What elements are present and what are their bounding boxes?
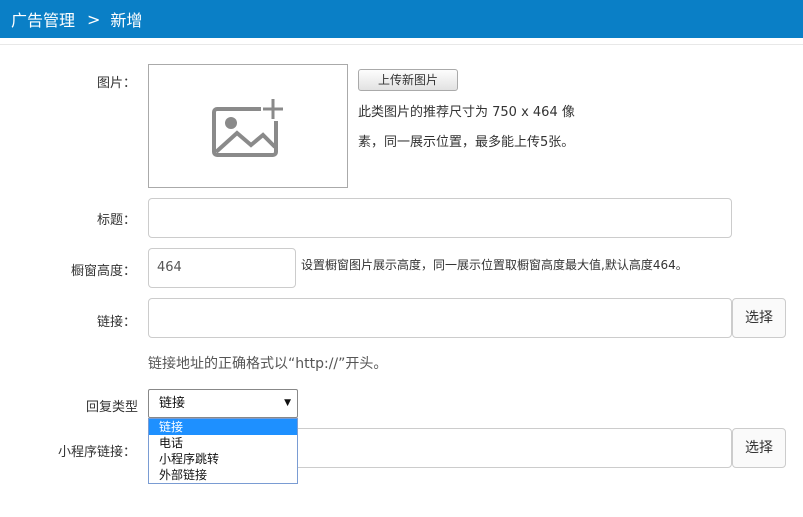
image-placeholder-icon bbox=[212, 97, 285, 157]
breadcrumb-section[interactable]: 广告管理 bbox=[11, 7, 75, 31]
height-hint: 设置橱窗图片展示高度，同一展示位置取橱窗高度最大值,默认高度464。 bbox=[301, 258, 688, 272]
page-header: 广告管理 > 新增 bbox=[0, 0, 803, 38]
miniprogram-link-select-button[interactable]: 选择 bbox=[732, 428, 786, 468]
reply-type-option-phone[interactable]: 电话 bbox=[149, 435, 297, 451]
title-input[interactable] bbox=[148, 198, 732, 238]
title-label: 标题： bbox=[96, 213, 136, 228]
reply-type-select[interactable]: 链接 ▼ bbox=[148, 389, 298, 418]
image-label: 图片： bbox=[96, 76, 136, 91]
link-select-button[interactable]: 选择 bbox=[732, 298, 786, 338]
height-input[interactable]: 464 bbox=[148, 248, 296, 288]
breadcrumb-current-page: 新增 bbox=[110, 11, 143, 30]
link-input[interactable] bbox=[148, 298, 732, 338]
image-preview[interactable] bbox=[148, 64, 348, 188]
image-size-hint-line2: 素，同一展示位置，最多能上传5张。 bbox=[358, 135, 575, 150]
header-divider bbox=[0, 44, 803, 45]
upload-image-button[interactable]: 上传新图片 bbox=[358, 69, 458, 91]
image-size-hint-line1: 此类图片的推荐尺寸为 750 x 464 像 bbox=[358, 105, 575, 120]
reply-type-option-link[interactable]: 链接 bbox=[149, 419, 297, 435]
link-label: 链接： bbox=[96, 315, 136, 330]
dropdown-arrow-icon: ▼ bbox=[284, 398, 291, 408]
reply-type-label: 回复类型 bbox=[85, 400, 138, 415]
link-format-hint: 链接地址的正确格式以“http://”开头。 bbox=[148, 356, 388, 372]
reply-type-option-miniprogram[interactable]: 小程序跳转 bbox=[149, 451, 297, 467]
height-label: 橱窗高度： bbox=[70, 264, 136, 279]
reply-type-selected-value: 链接 bbox=[159, 396, 186, 411]
reply-type-dropdown-list: 链接 电话 小程序跳转 外部链接 bbox=[148, 418, 298, 484]
reply-type-option-external-link[interactable]: 外部链接 bbox=[149, 467, 297, 483]
breadcrumb-separator: > bbox=[87, 9, 101, 29]
miniprogram-link-label: 小程序链接： bbox=[57, 445, 136, 460]
